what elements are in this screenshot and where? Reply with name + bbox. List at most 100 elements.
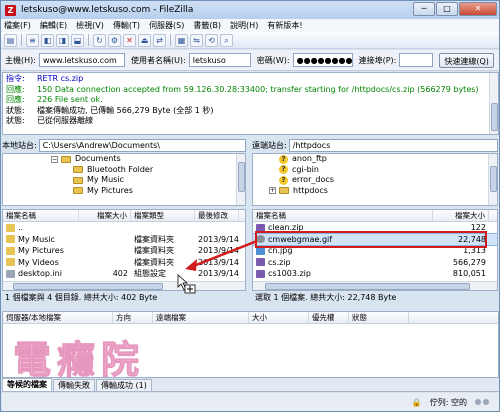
local-site-label: 本地站台: <box>2 141 37 150</box>
column-name[interactable]: 檔案名稱 <box>253 210 433 221</box>
reconnect-icon[interactable]: ⇄ <box>153 33 166 47</box>
log-line: 回應: 150 Data connection accepted from 59.… <box>6 85 495 96</box>
file-size <box>79 245 131 257</box>
tab-queued-files[interactable]: 等候的檔案 <box>2 378 52 391</box>
menu-edit[interactable]: 編輯(E) <box>40 20 67 31</box>
toggle-queue-icon[interactable]: ⬓ <box>71 33 84 47</box>
close-button[interactable]: ✕ <box>459 2 497 16</box>
remote-directory-tree: ? anon_ftp ? cgi-bin ? error_docs + httpdocs <box>252 153 498 206</box>
tree-item[interactable]: Bluetooth Folder <box>3 165 245 176</box>
file-row[interactable]: cs1003.zip 810,051 <box>253 268 497 280</box>
column-size[interactable]: 檔案大小 <box>79 210 131 221</box>
folder-icon <box>6 246 15 255</box>
log-line: 狀態: 已從伺服器離線 <box>6 116 495 127</box>
menu-help[interactable]: 說明(H) <box>230 20 258 31</box>
cancel-icon[interactable]: ✕ <box>123 33 136 47</box>
host-input[interactable]: www.letskuso.com <box>38 53 125 67</box>
tree-item-label: Documents <box>75 154 121 163</box>
filter-icon[interactable]: ▦ <box>175 33 188 47</box>
menu-transfer[interactable]: 傳輸(T) <box>113 20 140 31</box>
password-label: 密碼(W): <box>256 55 290 65</box>
log-message: 226 File sent ok. <box>37 95 103 104</box>
sync-browse-icon[interactable]: ⟲ <box>205 33 218 47</box>
message-log: 指令: RETR cs.zip 回應: 150 Data connection ac… <box>2 72 499 135</box>
site-manager-icon[interactable]: ▤ <box>4 33 17 47</box>
local-path-input[interactable]: C:\Users\Andrew\Documents\ <box>38 139 246 152</box>
tree-item-label: httpdocs <box>293 185 328 195</box>
queue-header: 伺服器/本地檔案 方向 遠端檔案 大小 優先權 狀態 <box>3 312 498 324</box>
tree-item[interactable]: My Pictures <box>3 186 245 197</box>
quickconnect-bar: 主機(H): www.letskuso.com 使用者名稱(U): letsku… <box>1 50 499 71</box>
indicator-light-icon <box>483 399 489 405</box>
toggle-log-icon[interactable]: ≡ <box>26 33 39 47</box>
toggle-remote-tree-icon[interactable]: ◨ <box>56 33 69 47</box>
username-label: 使用者名稱(U): <box>130 55 186 65</box>
port-label: 連接埠(P): <box>358 55 397 65</box>
file-name: .. <box>18 223 24 232</box>
tree-item-label: anon_ftp <box>292 154 327 163</box>
file-size: 566,279 <box>452 257 486 267</box>
file-size <box>79 234 131 246</box>
compare-icon[interactable]: ⇋ <box>190 33 203 47</box>
tree-item[interactable]: + httpdocs <box>253 186 497 197</box>
folder-icon <box>279 187 289 195</box>
menu-view[interactable]: 檢視(V) <box>76 20 104 31</box>
column-modified[interactable]: 最後修改 <box>195 210 239 221</box>
toggle-local-tree-icon[interactable]: ◧ <box>41 33 54 47</box>
remote-tree-scrollbar[interactable] <box>488 154 497 205</box>
remote-file-list: 檔案名稱 檔案大小 clean.zip 122 cmwebgmae.gif 22,7… <box>252 209 498 291</box>
port-input[interactable] <box>399 53 434 67</box>
remote-path-input[interactable]: /httpdocs <box>288 139 498 152</box>
menu-file[interactable]: 檔案(F) <box>4 20 31 31</box>
process-queue-icon[interactable]: ⚙ <box>108 33 121 47</box>
folder-icon <box>6 258 15 266</box>
minimize-button[interactable]: ─ <box>413 2 435 16</box>
queue-column-direction[interactable]: 方向 <box>113 312 153 323</box>
file-name: cs1003.zip <box>268 269 311 278</box>
log-line: 指令: RETR cs.zip <box>6 74 495 85</box>
search-icon[interactable]: ⌕ <box>220 33 233 47</box>
queue-column-remote[interactable]: 遠端檔案 <box>153 312 249 323</box>
refresh-icon[interactable]: ↻ <box>93 33 106 47</box>
column-size[interactable]: 檔案大小 <box>433 210 489 221</box>
remote-list-hscrollbar[interactable] <box>253 281 497 290</box>
tree-item-label: Bluetooth Folder <box>87 164 154 174</box>
password-input[interactable]: ●●●●●●●● <box>292 53 353 67</box>
disconnect-icon[interactable]: ⏏ <box>138 33 151 47</box>
collapse-icon[interactable]: − <box>51 155 58 163</box>
column-type[interactable]: 檔案類型 <box>131 210 195 221</box>
tree-item[interactable]: ? anon_ftp <box>253 154 497 165</box>
log-tag: 狀態: <box>6 105 25 115</box>
tree-item[interactable]: − Documents <box>3 154 245 165</box>
file-name: My Videos <box>18 257 59 267</box>
column-name[interactable]: 檔案名稱 <box>3 210 79 221</box>
file-size: 402 <box>112 269 128 278</box>
queue-column-priority[interactable]: 優先權 <box>309 312 349 323</box>
tree-item[interactable]: ? error_docs <box>253 175 497 186</box>
tab-successful-transfers[interactable]: 傳輸成功 (1) <box>96 379 152 391</box>
file-row[interactable]: cs.zip 566,279 <box>253 257 497 269</box>
file-name: My Music <box>18 234 55 244</box>
remote-pane: 遠端站台: /httpdocs ? anon_ftp ? cgi-bin ? erro… <box>252 138 498 308</box>
tree-item[interactable]: ? cgi-bin <box>253 165 497 176</box>
drag-cursor-icon <box>177 274 196 294</box>
expand-icon[interactable]: + <box>269 187 276 195</box>
menu-server[interactable]: 伺服器(S) <box>149 20 184 31</box>
username-input[interactable]: letskuso <box>188 53 251 67</box>
tab-failed-transfers[interactable]: 傳輸失敗 <box>53 379 95 391</box>
log-scrollbar[interactable] <box>489 73 498 134</box>
queue-column-size[interactable]: 大小 <box>249 312 309 323</box>
local-tree-scrollbar[interactable] <box>236 154 245 205</box>
maximize-button[interactable]: □ <box>436 2 458 16</box>
local-directory-tree: − Documents Bluetooth Folder My Music My … <box>2 153 246 206</box>
menu-new-version[interactable]: 有新版本! <box>267 20 302 31</box>
tree-item[interactable]: My Music <box>3 175 245 186</box>
queue-column-status[interactable]: 狀態 <box>349 312 409 323</box>
file-name: cs.zip <box>268 257 291 267</box>
menu-bookmarks[interactable]: 書籤(B) <box>193 20 221 31</box>
quickconnect-button[interactable]: 快速連線(Q) <box>439 52 494 68</box>
queue-column-file[interactable]: 伺服器/本地檔案 <box>3 312 113 323</box>
file-size <box>79 257 131 269</box>
transfer-indicator-lights <box>475 399 489 405</box>
filezilla-logo-icon: Z <box>5 4 16 16</box>
